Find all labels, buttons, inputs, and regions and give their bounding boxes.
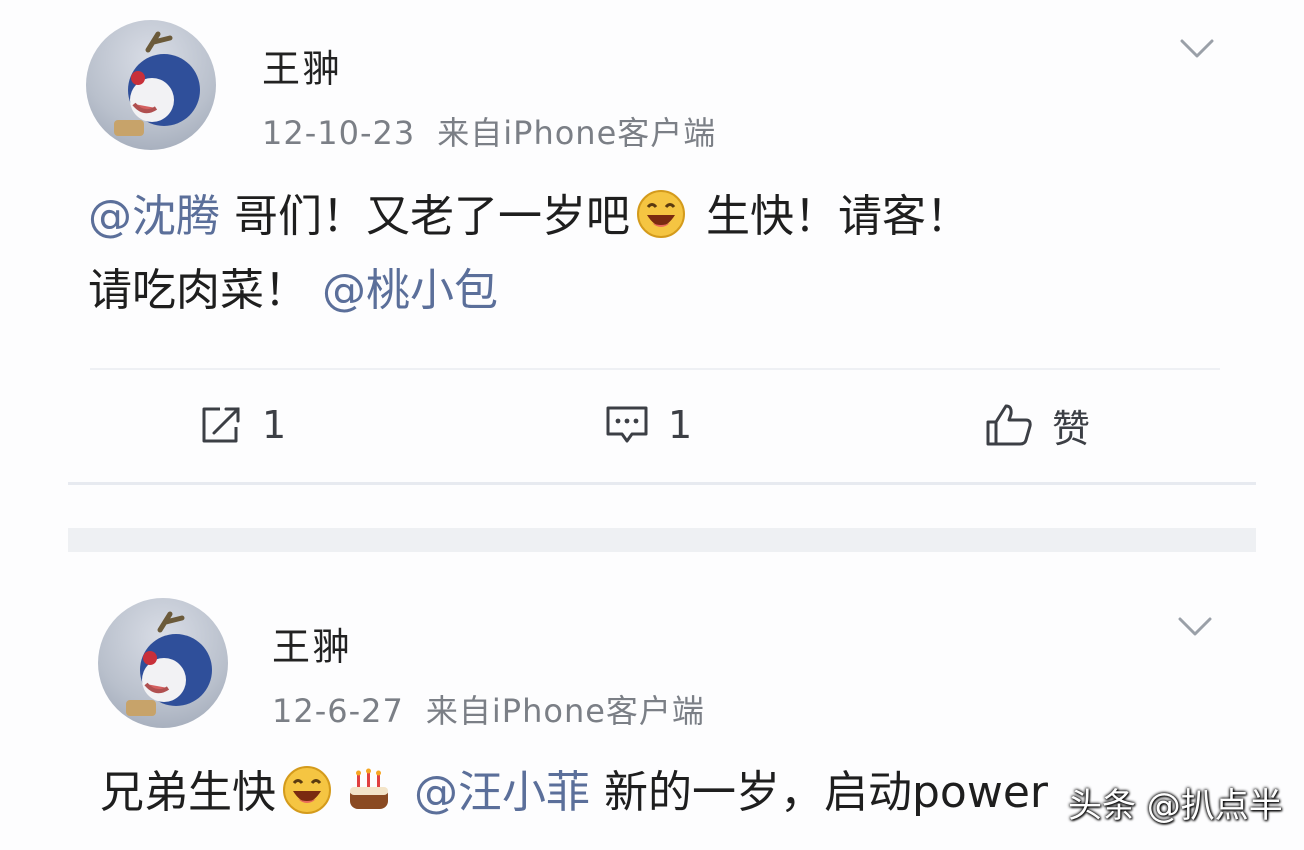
username[interactable]: 王翀 (272, 616, 352, 671)
laughing-emoji-icon (283, 766, 331, 814)
divider (90, 368, 1220, 370)
post-source: 来自iPhone客户端 (425, 692, 705, 730)
thumbs-up-icon (986, 404, 1032, 446)
user-avatar[interactable] (86, 20, 216, 150)
post-separator (68, 528, 1256, 552)
comment-icon (606, 406, 648, 443)
post-source: 来自iPhone客户端 (437, 114, 717, 152)
menu-chevron-icon[interactable] (1180, 38, 1214, 60)
share-count: 1 (262, 403, 287, 447)
share-icon (202, 407, 240, 443)
username[interactable]: 王翀 (262, 38, 342, 93)
post-meta: 12-10-23 来自iPhone客户端 (262, 108, 716, 154)
action-bar: 1 1 赞 (0, 390, 1304, 460)
like-button[interactable]: 赞 (984, 390, 1090, 460)
content-text: 哥们！又老了一岁吧 (220, 191, 630, 242)
share-button[interactable]: 1 (200, 390, 286, 460)
post-date: 12-10-23 (262, 114, 416, 152)
mention-link[interactable]: @桃小包 (322, 265, 498, 316)
laughing-emoji-icon (637, 190, 685, 238)
watermark: 头条 @扒点半 (1068, 786, 1283, 826)
post-content: @沈腾 哥们！又老了一岁吧 生快！请客！ 请吃肉菜！ @桃小包 (88, 180, 1238, 328)
post-meta: 12-6-27 来自iPhone客户端 (272, 686, 705, 732)
content-text: 请吃肉菜！ (88, 265, 308, 316)
menu-chevron-icon[interactable] (1178, 616, 1212, 638)
cake-emoji-icon (350, 768, 388, 809)
content-text: 生快！请客！ (692, 191, 970, 242)
user-avatar[interactable] (98, 598, 228, 728)
weibo-post-1: 王翀 12-10-23 来自iPhone客户端 @沈腾 哥们！又老了一岁吧 生快！… (0, 0, 1304, 500)
comment-count: 1 (668, 403, 693, 447)
like-label: 赞 (1052, 406, 1091, 451)
divider (68, 482, 1256, 485)
post-date: 12-6-27 (272, 692, 404, 730)
mention-link[interactable]: @汪小菲 (414, 767, 590, 818)
mention-link[interactable]: @沈腾 (88, 191, 220, 242)
content-text: 新的一岁，启动power (590, 767, 1048, 818)
comment-button[interactable]: 1 (604, 390, 692, 460)
content-text: 兄弟生快 (100, 767, 276, 818)
